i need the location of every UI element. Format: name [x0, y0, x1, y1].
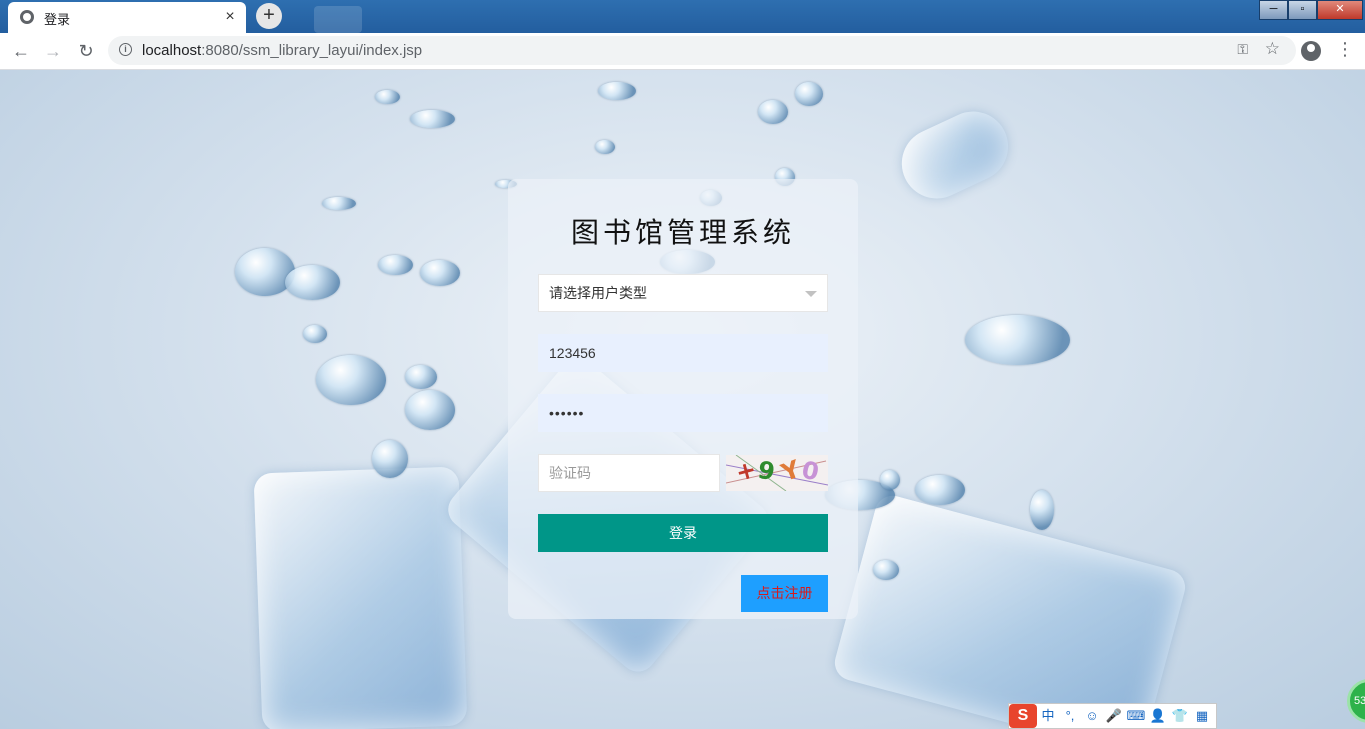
toolbox-grid-icon[interactable]: ▦	[1191, 705, 1213, 727]
window-controls: ─ ▫ ✕	[1259, 0, 1363, 20]
bookmark-star-icon[interactable]: ☆	[1265, 39, 1280, 59]
dropdown-arrow-icon	[805, 291, 817, 297]
menu-dots-icon[interactable]: ⋮	[1336, 39, 1354, 60]
url-path: :8080/ssm_library_layui/index.jsp	[201, 42, 423, 59]
water-bubble	[873, 560, 899, 580]
water-bubble	[420, 260, 460, 286]
tab-title: 登录	[44, 13, 71, 28]
login-button[interactable]: 登录	[538, 514, 828, 552]
browser-toolbar: ← → ↻ i localhost:8080/ssm_library_layui…	[0, 33, 1365, 70]
water-bubble	[795, 82, 823, 106]
user-type-placeholder: 请选择用户类型	[549, 285, 647, 301]
sogou-logo-icon[interactable]: S	[1009, 704, 1037, 728]
water-bubble	[405, 390, 455, 430]
browser-tab[interactable]: 登录 ×	[8, 2, 246, 33]
emoji-icon[interactable]: ☺	[1081, 705, 1103, 727]
close-window-button[interactable]: ✕	[1317, 0, 1363, 20]
captcha-input[interactable]: 验证码	[538, 454, 720, 492]
water-bubble	[595, 140, 615, 154]
water-bubble	[758, 100, 788, 124]
site-info-icon[interactable]: i	[119, 43, 132, 56]
background-app-icon	[314, 6, 362, 33]
ice-cube-image	[253, 466, 468, 729]
water-bubble	[378, 255, 413, 275]
page-viewport: 图书馆管理系统 请选择用户类型 123456 •••••• 验证码 + 9 Y …	[0, 70, 1365, 729]
water-bubble	[915, 475, 965, 505]
forward-arrow-icon[interactable]: →	[41, 39, 65, 63]
water-bubble	[965, 315, 1070, 365]
address-bar[interactable]: i localhost:8080/ssm_library_layui/index…	[108, 36, 1296, 65]
water-bubble	[285, 265, 340, 300]
key-icon[interactable]: ⚿	[1237, 41, 1248, 58]
username-input[interactable]: 123456	[538, 334, 828, 372]
minimize-button[interactable]: ─	[1259, 0, 1288, 20]
water-bubble	[405, 365, 437, 389]
water-bubble	[316, 355, 386, 405]
back-arrow-icon[interactable]: ←	[9, 39, 33, 63]
password-input[interactable]: ••••••	[538, 394, 828, 432]
profile-avatar-icon[interactable]	[1301, 41, 1321, 61]
ice-splash-image	[890, 100, 1020, 210]
reload-icon[interactable]: ↻	[74, 39, 98, 63]
tab-close-icon[interactable]: ×	[220, 7, 240, 27]
url-text: localhost:8080/ssm_library_layui/index.j…	[142, 42, 422, 59]
register-button[interactable]: 点击注册	[741, 575, 828, 612]
water-bubble	[303, 325, 327, 343]
keyboard-icon[interactable]: ⌨	[1125, 705, 1147, 727]
new-tab-button[interactable]: +	[256, 3, 282, 29]
ice-cube-image	[830, 491, 1190, 729]
skin-shirt-icon[interactable]: 👕	[1169, 705, 1191, 727]
browser-titlebar: 登录 × + ─ ▫ ✕	[0, 0, 1365, 33]
microphone-icon[interactable]: 🎤	[1103, 705, 1125, 727]
water-bubble	[880, 470, 900, 490]
user-icon[interactable]: 👤	[1147, 705, 1169, 727]
water-bubble	[375, 90, 400, 104]
water-bubble	[410, 110, 455, 128]
captcha-image[interactable]: + 9 Y 0	[726, 455, 828, 491]
water-bubble	[322, 197, 356, 210]
user-type-select[interactable]: 请选择用户类型	[538, 274, 828, 312]
login-card: 图书馆管理系统 请选择用户类型 123456 •••••• 验证码 + 9 Y …	[508, 179, 858, 619]
page-title: 图书馆管理系统	[570, 216, 795, 249]
restore-button[interactable]: ▫	[1288, 0, 1317, 20]
globe-icon	[20, 10, 34, 24]
ime-toolbar: S 中 °, ☺ 🎤 ⌨ 👤 👕 ▦	[1008, 703, 1217, 729]
chinese-mode-icon[interactable]: 中	[1037, 705, 1059, 727]
url-host: localhost	[142, 42, 202, 59]
water-bubble	[598, 82, 636, 100]
water-bubble	[1030, 490, 1054, 530]
water-bubble	[372, 440, 408, 478]
punctuation-icon[interactable]: °,	[1059, 705, 1081, 727]
